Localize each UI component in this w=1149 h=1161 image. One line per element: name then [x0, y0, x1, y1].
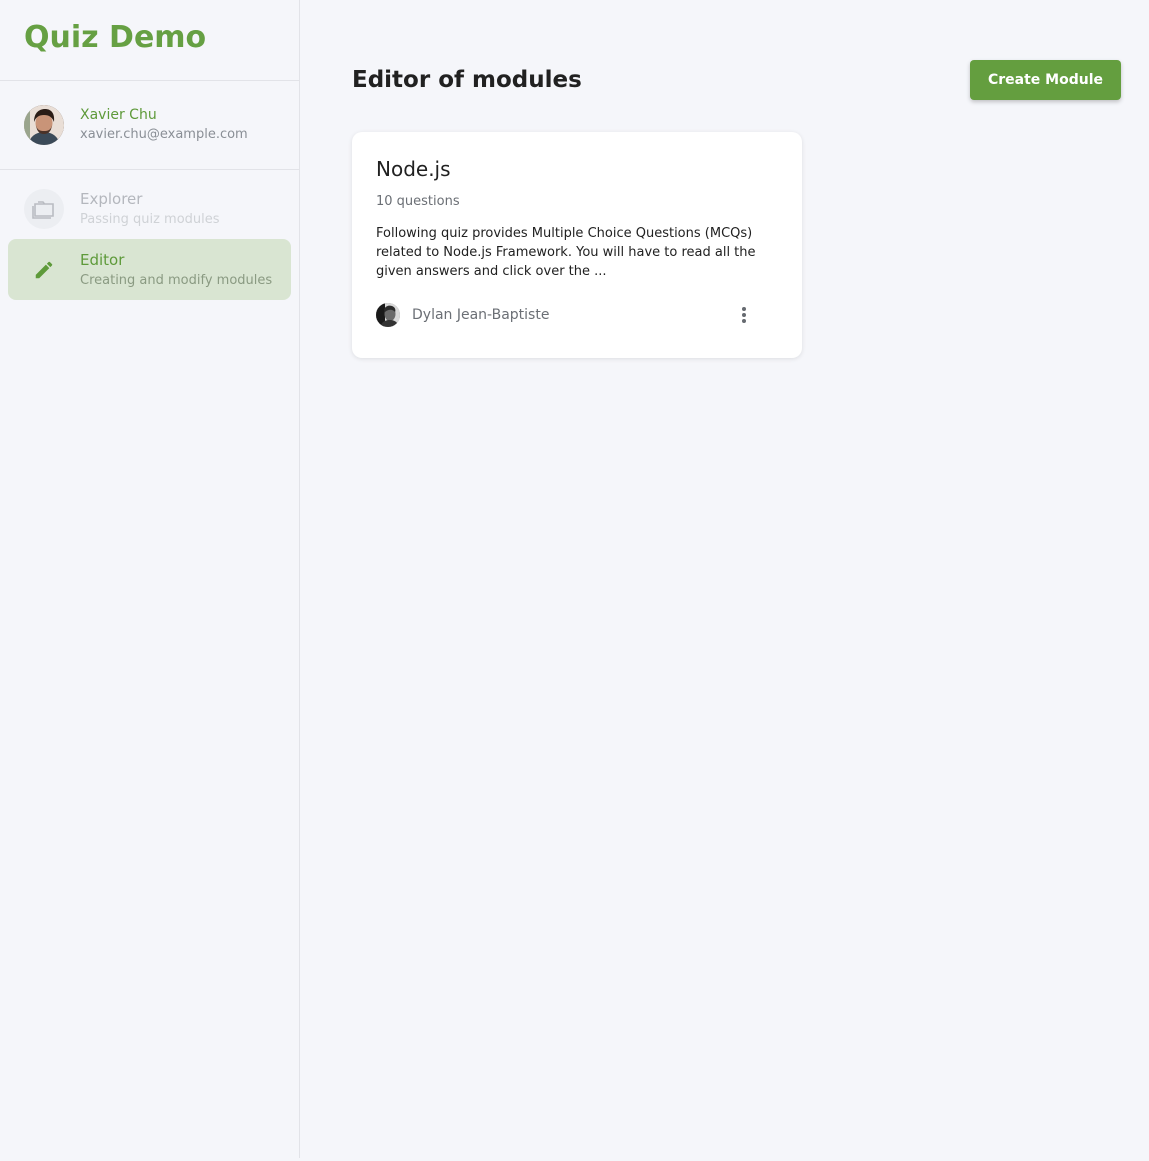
sidebar-item-explorer-text: Explorer Passing quiz modules [80, 188, 220, 230]
folder-icon [24, 188, 64, 229]
main-content: Editor of modules Create Module Node.js … [300, 0, 1149, 1161]
sidebar-item-editor[interactable]: Editor Creating and modify modules [8, 239, 291, 300]
sidebar-item-sublabel: Passing quiz modules [80, 211, 220, 227]
module-card[interactable]: Node.js 10 questions Following quiz prov… [352, 132, 802, 358]
create-module-button[interactable]: Create Module [970, 60, 1121, 100]
sidebar-item-label: Editor [80, 250, 125, 269]
sidebar-item-explorer: Explorer Passing quiz modules [8, 178, 291, 239]
sidebar-nav: Explorer Passing quiz modules Editor Cre… [0, 170, 299, 300]
user-avatar [24, 105, 64, 145]
more-vertical-icon[interactable] [736, 303, 752, 327]
module-description: Following quiz provides Multiple Choice … [376, 226, 756, 279]
user-profile: Xavier Chu xavier.chu@example.com [0, 81, 299, 170]
sidebar-item-editor-text: Editor Creating and modify modules [80, 249, 272, 291]
sidebar-item-label: Explorer [80, 189, 143, 208]
pencil-icon [24, 250, 64, 290]
author-avatar [376, 303, 400, 327]
module-title: Node.js [376, 157, 451, 181]
page-title: Editor of modules [352, 67, 582, 93]
user-info: Xavier Chu xavier.chu@example.com [80, 105, 248, 145]
module-footer: Dylan Jean-Baptiste [376, 301, 778, 329]
module-author: Dylan Jean-Baptiste [412, 307, 550, 323]
sidebar: Quiz Demo Xavier Chu xavier.chu@example.… [0, 0, 300, 1158]
user-email: xavier.chu@example.com [80, 127, 248, 142]
module-question-count: 10 questions [376, 194, 460, 209]
app-title: Quiz Demo [24, 20, 207, 55]
sidebar-item-sublabel: Creating and modify modules [80, 272, 273, 288]
brand-header: Quiz Demo [0, 0, 299, 81]
app-root: Quiz Demo Xavier Chu xavier.chu@example.… [0, 0, 1149, 1161]
user-name: Xavier Chu [80, 107, 157, 123]
